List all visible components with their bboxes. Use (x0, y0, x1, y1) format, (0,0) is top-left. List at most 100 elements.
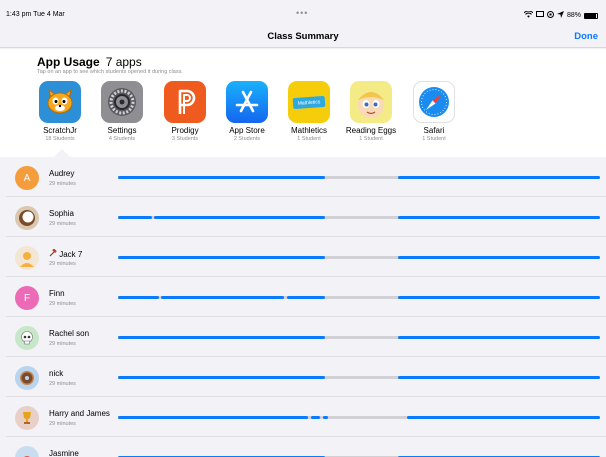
student-name: nick (49, 369, 64, 378)
app-scratchjr[interactable]: ScratchJr 18 Students (29, 81, 91, 142)
activity-timeline (118, 416, 600, 419)
app-student-count: 3 Students (171, 136, 199, 142)
skull-emoji-icon (15, 326, 39, 350)
emoji-avatar-icon (15, 446, 39, 457)
app-name: App Store (229, 126, 265, 135)
student-name-text: Jack 7 (59, 250, 83, 259)
activity-segment (310, 416, 321, 419)
student-row[interactable]: nick 29 minutes (6, 357, 606, 397)
student-list: A Audrey 29 minutes Sophia 29 minutes Ja… (6, 157, 606, 457)
student-row[interactable]: F Finn 29 minutes (6, 277, 606, 317)
app-name: ScratchJr (43, 126, 77, 135)
activity-segment (407, 416, 600, 419)
student-name: Rachel son (49, 329, 90, 338)
app-name: Safari (423, 126, 445, 135)
app-reading-eggs[interactable]: Reading Eggs 1 Student (340, 81, 402, 142)
activity-timeline (118, 336, 600, 339)
activity-timeline (118, 176, 600, 179)
selected-app-indicator (54, 149, 70, 157)
app-app-store[interactable]: App Store 2 Students (216, 81, 278, 142)
activity-segment (118, 296, 159, 299)
student-name: Finn (49, 289, 65, 298)
app-student-count: 1 Student (297, 136, 321, 142)
activity-segment (118, 376, 326, 379)
activity-segment (118, 336, 326, 339)
student-row[interactable]: A Audrey 29 minutes (6, 157, 606, 197)
app-store-icon (226, 81, 268, 123)
app-prodigy[interactable]: Prodigy 3 Students (154, 81, 216, 142)
lock-rotation-icon (546, 11, 554, 20)
hammer-emoji-icon (49, 248, 59, 259)
settings-gear-icon (101, 81, 143, 123)
app-student-count: 18 Students (45, 136, 75, 142)
activity-segment (397, 256, 600, 259)
app-safari[interactable]: Safari 1 Student (403, 81, 465, 142)
initial-avatar: A (15, 166, 39, 190)
app-usage-title: App Usage (37, 55, 100, 69)
battery-percent: 88% (566, 12, 581, 19)
app-usage-count: 7 apps (105, 55, 142, 69)
app-student-count: 1 Student (422, 136, 446, 142)
prodigy-p-icon (164, 81, 206, 123)
activity-timeline (118, 296, 600, 299)
student-time: 29 minutes (49, 381, 76, 387)
activity-segment (286, 296, 326, 299)
app-usage-heading: App Usage 7 apps (37, 55, 142, 69)
student-name: Audrey (49, 169, 75, 178)
activity-timeline (118, 216, 600, 219)
activity-segment (397, 296, 600, 299)
app-name: Prodigy (171, 126, 199, 135)
app-student-count: 1 Student (359, 136, 383, 142)
student-time: 29 minutes (49, 261, 76, 267)
student-row[interactable]: Rachel son 29 minutes (6, 317, 606, 357)
student-time: 29 minutes (49, 421, 76, 427)
status-bar: 1:43 pm Tue 4 Mar ••• 88% (0, 0, 606, 26)
app-usage-panel: App Usage 7 apps Tap on an app to see whi… (0, 49, 606, 157)
mathletics-icon: Mathletics (288, 81, 330, 123)
student-name: Sophia (49, 209, 74, 218)
safari-compass-icon (413, 81, 455, 123)
app-student-count: 2 Students (233, 136, 261, 142)
app-student-count: 4 Students (108, 136, 136, 142)
page-title: Class Summary (267, 31, 339, 42)
location-icon (556, 11, 564, 20)
wifi-icon (523, 10, 534, 20)
student-name: Jasmine (49, 449, 79, 457)
person-avatar-icon (15, 246, 39, 270)
activity-segment (322, 416, 328, 419)
app-name: Mathletics (290, 126, 327, 135)
activity-segment (118, 176, 326, 179)
screen-mirroring-icon (535, 11, 544, 20)
activity-segment (161, 296, 285, 299)
scratchjr-cat-icon (39, 81, 81, 123)
app-mathletics[interactable]: Mathletics Mathletics 1 Student (278, 81, 340, 142)
student-row[interactable]: Harry and James 29 minutes (6, 397, 606, 437)
activity-segment (397, 336, 600, 339)
activity-segment (154, 216, 326, 219)
student-time: 29 minutes (49, 181, 76, 187)
student-row[interactable]: Jasmine (6, 437, 606, 457)
status-time: 1:43 pm Tue 4 Mar (6, 11, 65, 18)
reading-eggs-icon (350, 81, 392, 123)
trophy-emoji-icon (15, 406, 39, 430)
activity-segment (118, 216, 152, 219)
navigation-bar: Class Summary Done (0, 26, 606, 48)
student-name: Harry and James (49, 409, 110, 418)
activity-segment (118, 416, 309, 419)
done-button[interactable]: Done (574, 31, 598, 42)
activity-segment (397, 376, 600, 379)
multitasking-dots-icon[interactable]: ••• (296, 8, 308, 18)
status-indicators: 88% (523, 10, 598, 20)
app-usage-subtitle: Tap on an app to see which students open… (37, 69, 183, 75)
student-name: Jack 7 (49, 248, 83, 259)
activity-timeline (118, 256, 600, 259)
battery-icon (584, 12, 598, 19)
coconut-emoji-icon (15, 206, 39, 230)
activity-segment (118, 256, 326, 259)
app-name: Settings (107, 126, 137, 135)
app-settings[interactable]: Settings 4 Students (91, 81, 153, 142)
app-name: Reading Eggs (345, 126, 397, 135)
student-row[interactable]: Sophia 29 minutes (6, 197, 606, 237)
student-row[interactable]: Jack 7 29 minutes (6, 237, 606, 277)
initial-avatar: F (15, 286, 39, 310)
